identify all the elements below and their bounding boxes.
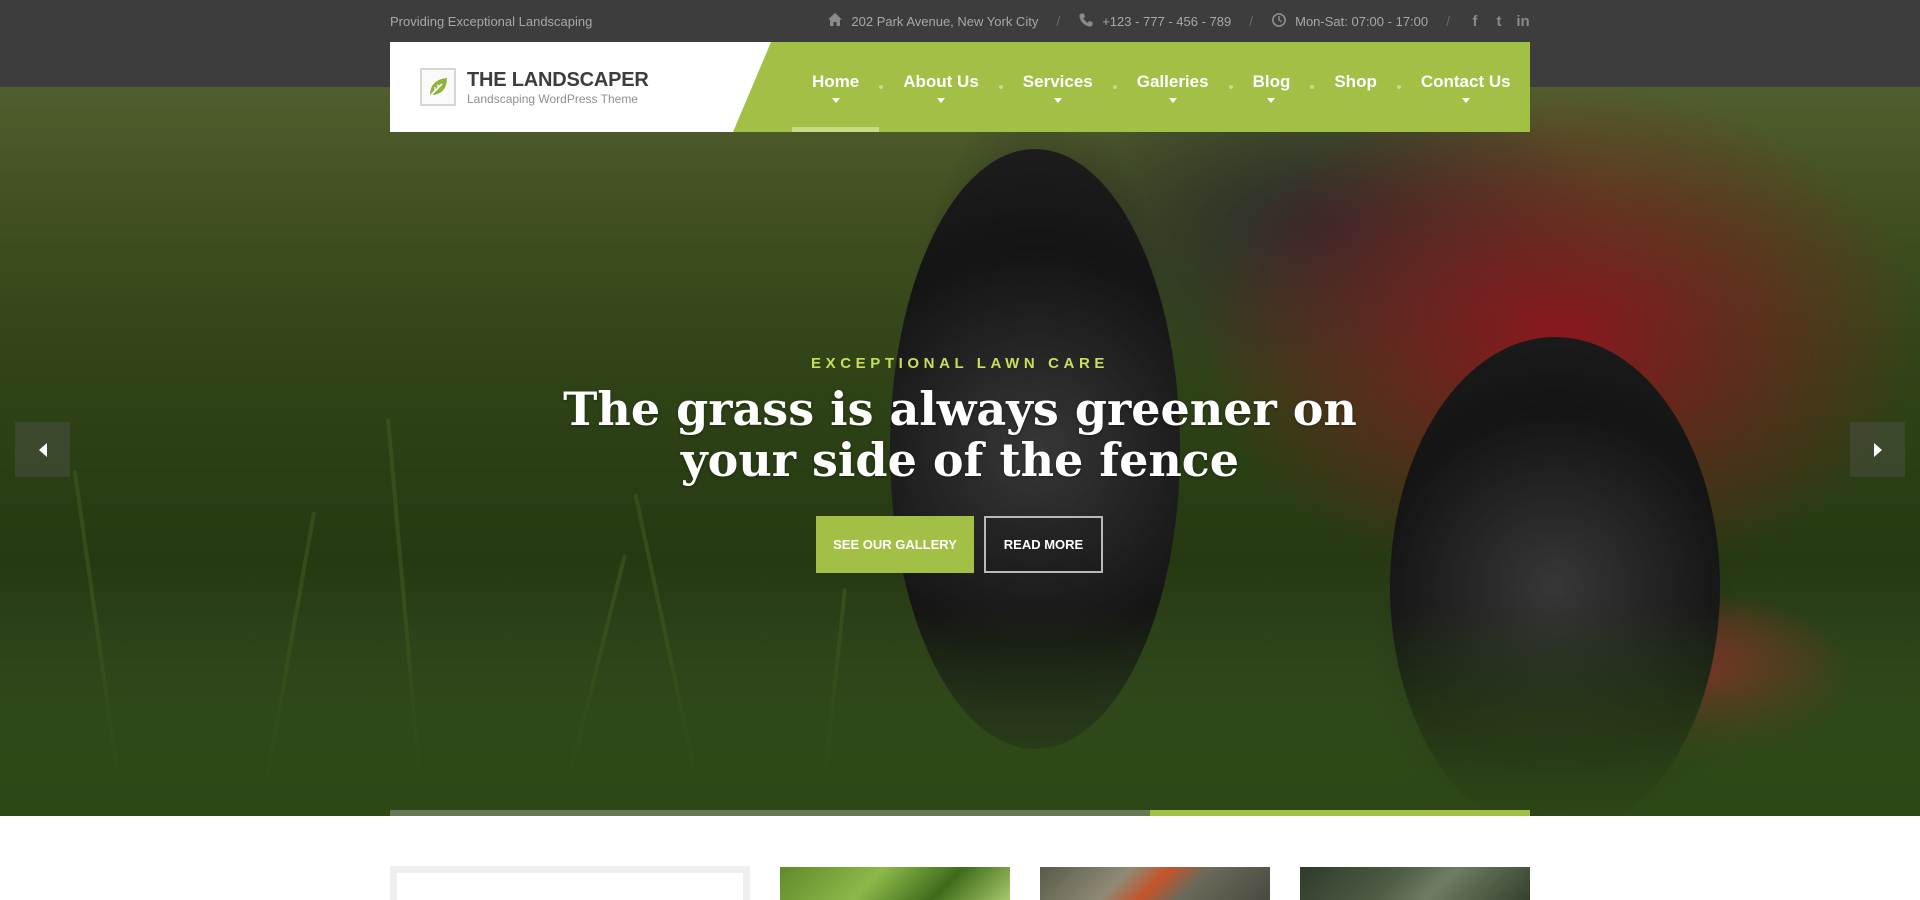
main-nav: Home About Us Services Galleries Blog Sh…	[733, 42, 1530, 132]
caret-placeholder	[1352, 98, 1360, 103]
phone-text: +123 - 777 - 456 - 789	[1102, 13, 1232, 29]
read-more-button[interactable]: READ MORE	[984, 516, 1103, 573]
see-gallery-button[interactable]: SEE OUR GALLERY	[816, 516, 974, 573]
nav-item-label: About Us	[903, 71, 979, 91]
nav-separator-dot	[998, 85, 1003, 89]
caret-down-icon	[1053, 97, 1062, 103]
caret-down-icon	[1267, 97, 1276, 103]
hero-content: EXCEPTIONAL LAWN CARE The grass is alway…	[0, 87, 1920, 816]
slider-progress-track	[390, 810, 1530, 816]
address-text: 202 Park Avenue, New York City	[851, 13, 1039, 29]
separator: /	[1056, 13, 1061, 29]
facebook-icon[interactable]: f	[1468, 13, 1482, 30]
caret-down-icon	[937, 97, 945, 103]
arrow-left-icon	[38, 442, 47, 457]
nav-item-home[interactable]: Home	[792, 42, 880, 132]
logo-title: THE LANDSCAPER	[467, 69, 649, 91]
logo[interactable]: THE LANDSCAPER Landscaping WordPress The…	[390, 42, 790, 132]
slider-prev-button[interactable]	[15, 422, 70, 477]
intro-card	[390, 866, 750, 900]
nav-item-label: Blog	[1252, 71, 1291, 91]
nav-item-galleries[interactable]: Galleries	[1137, 42, 1209, 132]
twitter-icon[interactable]: t	[1492, 13, 1506, 30]
caret-down-icon	[1168, 97, 1177, 103]
caret-down-icon	[1461, 97, 1470, 103]
address-item: 202 Park Avenue, New York City	[827, 12, 1038, 31]
nav-separator-dot	[1228, 85, 1233, 89]
nav-item-shop[interactable]: Shop	[1334, 42, 1377, 132]
separator: /	[1446, 13, 1450, 29]
caret-down-icon	[831, 97, 840, 103]
site-tagline: Providing Exceptional Landscaping	[390, 13, 593, 29]
phone-icon	[1078, 12, 1094, 31]
leaf-icon	[420, 68, 456, 106]
nav-separator-dot	[879, 85, 884, 89]
nav-item-label: Services	[1022, 71, 1093, 91]
home-icon	[827, 12, 843, 31]
nav-item-blog[interactable]: Blog	[1252, 42, 1291, 132]
hours-item: Mon-Sat: 07:00 - 17:00	[1271, 12, 1428, 31]
hours-text: Mon-Sat: 07:00 - 17:00	[1295, 13, 1429, 29]
service-thumbnail-image[interactable]	[780, 867, 1010, 900]
clock-icon	[1271, 12, 1287, 31]
nav-item-contact-us[interactable]: Contact Us	[1421, 42, 1511, 132]
service-thumbnail-image[interactable]	[1040, 867, 1270, 900]
site-header: THE LANDSCAPER Landscaping WordPress The…	[390, 42, 1530, 132]
logo-subtitle: Landscaping WordPress Theme	[467, 92, 638, 106]
service-thumbnail-image[interactable]	[1300, 867, 1530, 900]
slider-next-button[interactable]	[1850, 422, 1905, 477]
nav-separator-dot	[1112, 85, 1117, 89]
nav-item-label: Galleries	[1136, 71, 1209, 91]
arrow-right-icon	[1873, 442, 1882, 457]
nav-item-about-us[interactable]: About Us	[903, 42, 979, 132]
hero-headline: The grass is always greener on your side…	[563, 382, 1357, 487]
top-bar-inner: Providing Exceptional Landscaping 202 Pa…	[390, 0, 1530, 42]
hero-slider: EXCEPTIONAL LAWN CARE The grass is alway…	[0, 87, 1920, 816]
active-indicator	[792, 127, 880, 132]
social-links: f t in	[1468, 13, 1530, 30]
hero-eyebrow: EXCEPTIONAL LAWN CARE	[810, 355, 1109, 372]
nav-item-services[interactable]: Services	[1023, 42, 1093, 132]
nav-separator-dot	[1310, 85, 1315, 89]
contact-info: 202 Park Avenue, New York City / +123 - …	[827, 12, 1530, 31]
nav-items: Home About Us Services Galleries Blog Sh…	[733, 42, 1530, 132]
nav-item-label: Home	[812, 71, 860, 91]
linkedin-icon[interactable]: in	[1516, 13, 1530, 30]
nav-separator-dot	[1396, 85, 1401, 89]
separator: /	[1249, 13, 1254, 29]
slider-progress-fill	[1150, 810, 1530, 816]
phone-item[interactable]: +123 - 777 - 456 - 789	[1078, 12, 1231, 31]
nav-item-label: Shop	[1334, 71, 1377, 91]
nav-item-label: Contact Us	[1420, 71, 1511, 91]
